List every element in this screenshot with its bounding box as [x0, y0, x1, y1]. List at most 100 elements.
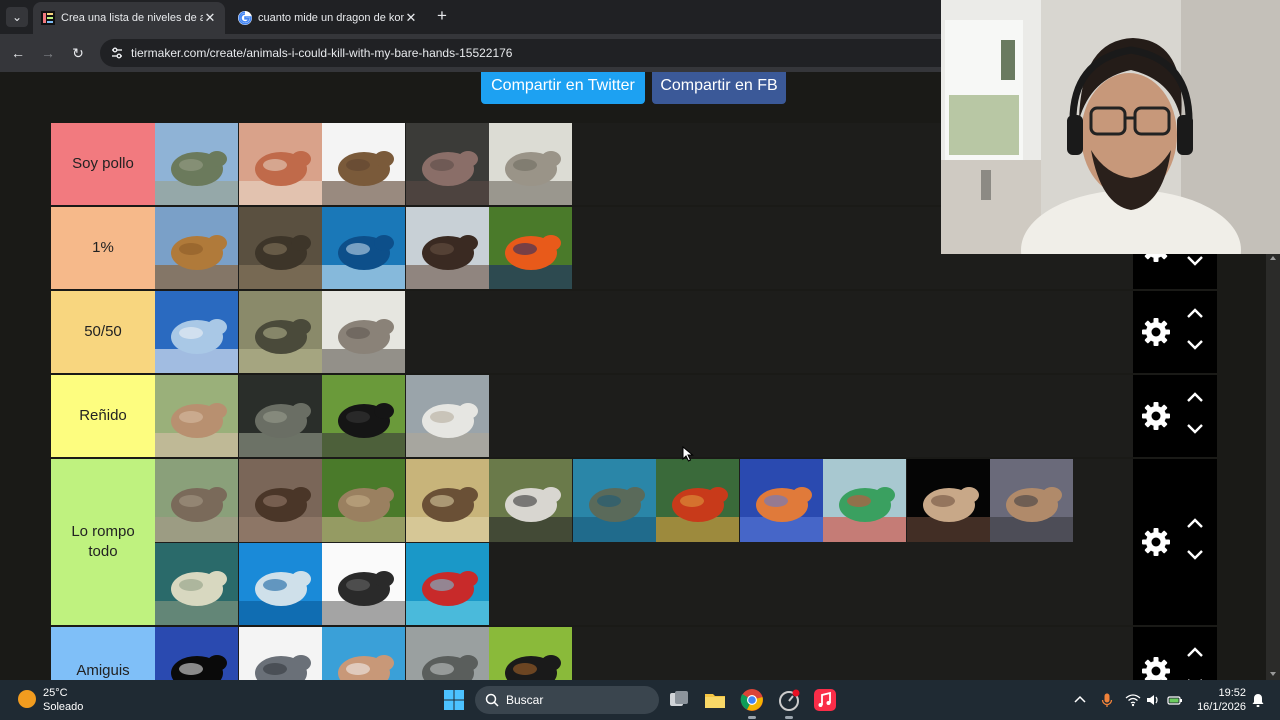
apple-music-icon[interactable] — [813, 688, 837, 712]
tier-label[interactable]: 1% — [51, 207, 155, 289]
dolphin-image[interactable] — [239, 543, 322, 626]
close-tab-icon[interactable]: ✕ — [404, 10, 418, 26]
tier-label[interactable]: Amiguis — [51, 627, 155, 680]
man-image[interactable] — [322, 627, 405, 680]
webcam-person-image — [941, 0, 1280, 254]
close-tab-icon[interactable]: ✕ — [203, 10, 217, 26]
tier-items-area[interactable] — [155, 459, 1133, 626]
seal-image[interactable] — [406, 627, 489, 680]
back-button[interactable]: ← — [8, 43, 28, 63]
tier-items-area[interactable] — [155, 375, 1133, 458]
clock-date[interactable]: 16/1/2026 — [1196, 701, 1246, 713]
move-tier-down-icon[interactable] — [1185, 422, 1205, 436]
brachiosaurus-image[interactable] — [155, 123, 238, 206]
tab-tiermaker[interactable]: Crea una lista de niveles de animales ✕ — [33, 2, 225, 34]
tab-search-button[interactable]: ⌄ — [6, 7, 28, 27]
beaver-image[interactable] — [239, 459, 322, 542]
seahorse-image[interactable] — [406, 543, 489, 626]
poison-dart-frog-image[interactable] — [489, 207, 572, 290]
speedtest-icon[interactable] — [777, 688, 801, 712]
great-white-shark-image[interactable] — [155, 291, 238, 374]
tier-row: 50/50 — [51, 289, 1217, 374]
file-explorer-icon[interactable] — [703, 688, 727, 712]
chevron-up-icon[interactable] — [1072, 692, 1088, 708]
tier-items-area[interactable] — [155, 291, 1133, 374]
pitbull-image[interactable] — [155, 375, 238, 458]
scorpion-image[interactable] — [322, 543, 405, 626]
tiermaker-favicon-icon — [41, 11, 55, 25]
weather-temperature[interactable]: 25°C — [43, 687, 68, 699]
reload-button[interactable]: ↻ — [68, 43, 88, 63]
share-twitter-button[interactable]: Compartir en Twitter — [481, 72, 645, 104]
tier-label[interactable]: Reñido — [51, 375, 155, 457]
tier-settings-gear-icon[interactable] — [1141, 401, 1171, 431]
move-tier-down-icon[interactable] — [1185, 548, 1205, 562]
clock-time[interactable]: 19:52 — [1214, 687, 1246, 699]
macaque-image[interactable] — [322, 375, 405, 458]
lemur-image[interactable] — [489, 459, 572, 542]
windows-taskbar: 25°C Soleado Buscar 19:52 16/1/2026 — [0, 680, 1280, 720]
grouper-image[interactable] — [573, 459, 656, 542]
bernese-dog-image[interactable] — [489, 627, 572, 680]
centipede-image[interactable] — [990, 459, 1073, 542]
move-tier-down-icon[interactable] — [1185, 338, 1205, 352]
swordfish-image[interactable] — [322, 207, 405, 290]
orca-image[interactable] — [155, 627, 238, 680]
windows-start-icon[interactable] — [442, 688, 466, 712]
pteranodon-image[interactable] — [239, 123, 322, 206]
tier-controls — [1133, 627, 1217, 680]
weather-condition[interactable]: Soleado — [43, 701, 83, 713]
move-tier-down-icon[interactable] — [1185, 254, 1205, 268]
tier-row: Amiguis — [51, 625, 1217, 680]
share-fb-button[interactable]: Compartir en FB — [652, 72, 786, 104]
tab-google-search[interactable]: cuanto mide un dragon de komodo ✕ — [230, 2, 426, 34]
rooster-image[interactable] — [656, 459, 739, 542]
microphone-icon[interactable] — [1099, 692, 1115, 708]
address-bar[interactable]: tiermaker.com/create/animals-i-could-kil… — [100, 39, 960, 67]
move-tier-up-icon[interactable] — [1185, 516, 1205, 530]
taskbar-search-box[interactable]: Buscar — [475, 686, 659, 714]
wolf-image[interactable] — [322, 291, 405, 374]
platypus-image[interactable] — [406, 459, 489, 542]
volume-icon[interactable] — [1145, 692, 1161, 708]
tier-label[interactable]: Soy pollo — [51, 123, 155, 205]
hippo-image[interactable] — [406, 123, 489, 206]
octopus-image[interactable] — [740, 459, 823, 542]
site-info-icon[interactable] — [109, 45, 125, 61]
t-rex-image[interactable] — [322, 123, 405, 206]
battery-icon[interactable] — [1167, 692, 1183, 708]
notification-icon[interactable] — [1250, 692, 1266, 708]
new-tab-button[interactable]: + — [432, 6, 452, 26]
move-tier-up-icon[interactable] — [1185, 645, 1205, 659]
tier-settings-gear-icon[interactable] — [1141, 656, 1171, 680]
tier-settings-gear-icon[interactable] — [1141, 317, 1171, 347]
snow-leopard-image[interactable] — [489, 123, 572, 206]
forward-button[interactable]: → — [38, 43, 58, 63]
weather-sun-icon[interactable] — [18, 690, 36, 708]
horse-image[interactable] — [406, 375, 489, 458]
scroll-up-icon[interactable] — [1269, 254, 1277, 262]
move-tier-up-icon[interactable] — [1185, 306, 1205, 320]
walrus-image[interactable] — [406, 207, 489, 290]
tier-items-area[interactable] — [155, 627, 1133, 680]
coyote-image[interactable] — [322, 459, 405, 542]
bottlenose-dolphin-image[interactable] — [239, 627, 322, 680]
page-scrollbar[interactable] — [1266, 252, 1280, 680]
scroll-down-icon[interactable] — [1269, 670, 1277, 678]
mantis-shrimp-image[interactable] — [823, 459, 906, 542]
wifi-icon[interactable] — [1125, 692, 1141, 708]
kangaroo-image[interactable] — [155, 459, 238, 542]
tier-label[interactable]: 50/50 — [51, 291, 155, 373]
move-tier-up-icon[interactable] — [1185, 390, 1205, 404]
chrome-icon[interactable] — [740, 688, 764, 712]
lion-image[interactable] — [155, 207, 238, 290]
pufferfish-image[interactable] — [155, 543, 238, 626]
komodo-dragon-image[interactable] — [239, 207, 322, 290]
tier-settings-gear-icon[interactable] — [1141, 527, 1171, 557]
nurse-shark-image[interactable] — [239, 375, 322, 458]
task-view-icon[interactable] — [667, 688, 691, 712]
tarantula-image[interactable] — [907, 459, 990, 542]
anaconda-image[interactable] — [239, 291, 322, 374]
tier-label[interactable]: Lo rompo todo — [51, 459, 155, 625]
webcam-overlay — [941, 0, 1280, 254]
